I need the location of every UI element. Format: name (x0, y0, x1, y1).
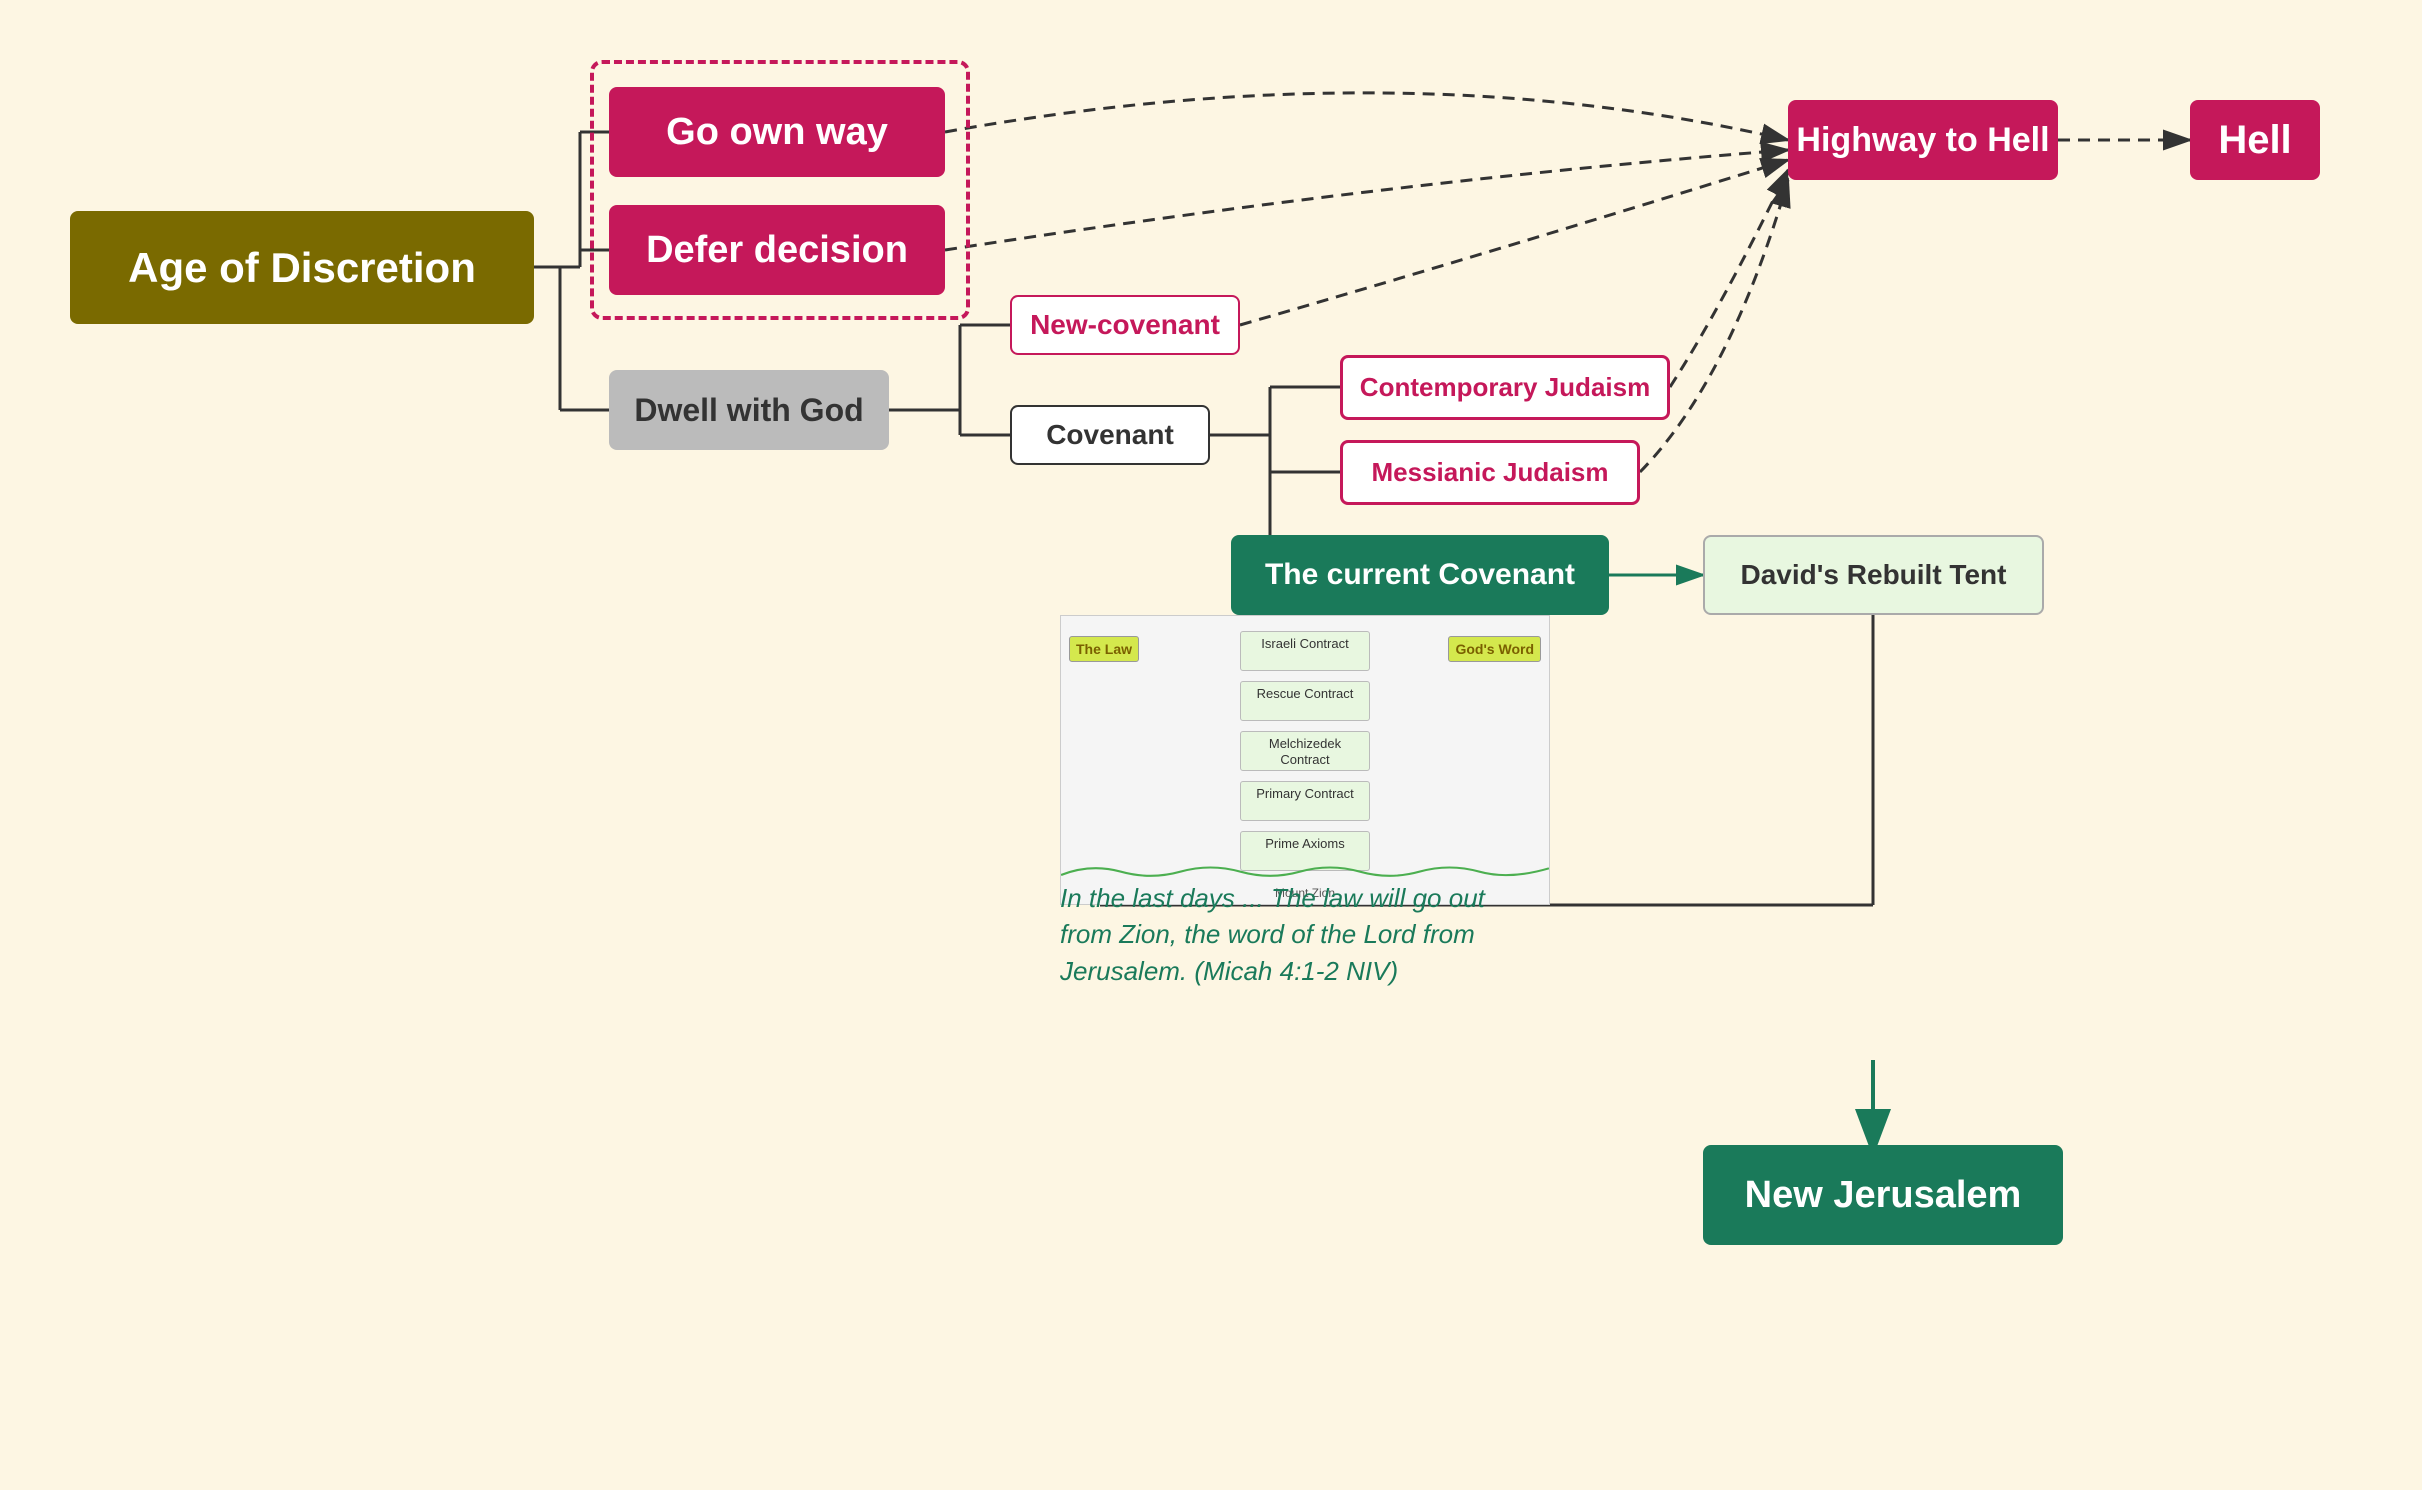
messianic-judaism-node: Messianic Judaism (1340, 440, 1640, 505)
highway-to-hell-node: Highway to Hell (1788, 100, 2058, 180)
melchizedek-contract-block: Melchizedek Contract (1240, 731, 1370, 771)
defer-decision-node: Defer decision (609, 205, 945, 295)
davids-rebuilt-tent-node: David's Rebuilt Tent (1703, 535, 2044, 615)
rescue-contract-block: Rescue Contract (1240, 681, 1370, 721)
israeli-contract-block: Israeli Contract (1240, 631, 1370, 671)
go-own-way-node: Go own way (609, 87, 945, 177)
the-law-label: The Law (1069, 636, 1139, 662)
new-jerusalem-node: New Jerusalem (1703, 1145, 2063, 1245)
dwell-with-god-node: Dwell with God (609, 370, 889, 450)
covenant-node: Covenant (1010, 405, 1210, 465)
new-covenant-node: New-covenant (1010, 295, 1240, 355)
gods-word-label: God's Word (1448, 636, 1541, 662)
quote-text: In the last days ... The law will go out… (1060, 880, 1520, 989)
age-of-discretion-node: Age of Discretion (70, 211, 534, 324)
contemporary-judaism-node: Contemporary Judaism (1340, 355, 1670, 420)
mount-zion-diagram: The Law God's Word Israeli Contract Resc… (1060, 615, 1550, 905)
hell-node: Hell (2190, 100, 2320, 180)
primary-contract-block: Primary Contract (1240, 781, 1370, 821)
mount-zion-line (1061, 860, 1549, 880)
current-covenant-node: The current Covenant (1231, 535, 1609, 615)
